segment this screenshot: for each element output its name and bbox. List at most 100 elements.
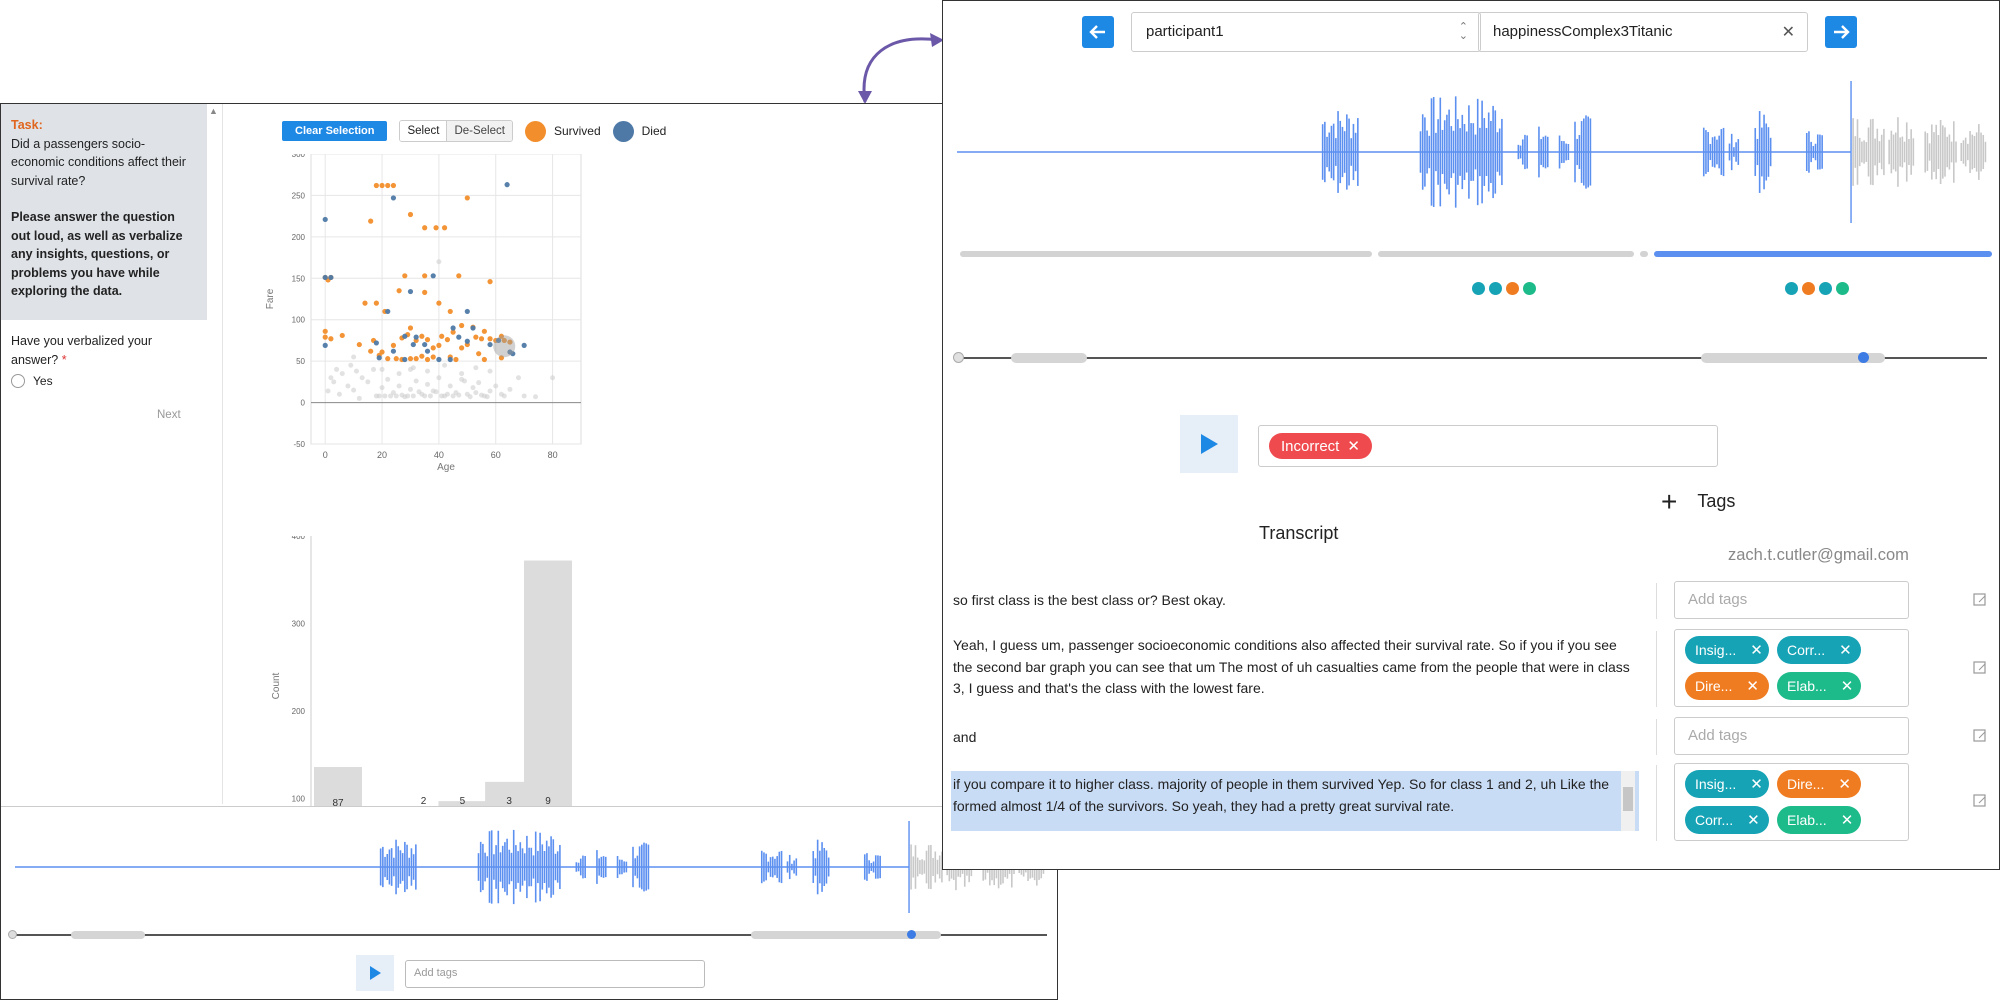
remove-tag-icon[interactable]: ✕ [1746,677,1759,695]
hover-brush [493,335,516,358]
next-button[interactable]: Next [157,409,181,421]
bar-data-label: 3 [506,796,512,806]
playhead-knob[interactable] [1858,352,1869,363]
remove-tag-icon[interactable]: ✕ [1747,811,1760,829]
scatter-point [359,375,365,381]
remove-tag-icon[interactable]: ✕ [1841,677,1854,695]
scatter-point [376,393,382,399]
yes-radio[interactable] [11,374,25,388]
clear-icon[interactable]: ✕ [1782,22,1795,42]
remove-tag-icon[interactable]: ✕ [1839,641,1852,659]
row-tags-input[interactable]: Add tags [1674,717,1909,755]
transcript-row-selected[interactable]: if you compare it to higher class. major… [951,771,1639,831]
scatter-point [325,388,331,394]
row-scrollbar[interactable] [1621,771,1635,831]
select-mode-button[interactable]: Select [400,121,448,141]
scatter-point [422,393,428,399]
tag-label: Elab... [1787,812,1827,828]
scatter-point [419,333,425,339]
edit-icon[interactable] [1973,729,1987,743]
transcript-row[interactable]: so first class is the best class or? Bes… [951,590,1633,612]
insight-tag[interactable]: Insig... ✕ [1685,770,1769,798]
correct-tag[interactable]: Corr... ✕ [1685,806,1769,834]
y-axis-label: Count [271,672,282,699]
row-tags[interactable]: Insig... ✕ Corr... ✕ Dire... ✕ Elab... ✕ [1674,629,1909,707]
age-fare-scatterplot[interactable]: 0 20 40 60 80 -50 0 50 100 150 200 250 300 Age Fare [261,154,641,514]
remove-tag-icon[interactable]: ✕ [1347,437,1360,455]
add-tags-input[interactable]: Add tags [405,960,705,988]
class-survival-barchart[interactable]: 100200300400Count87332539 [261,536,641,806]
direct-tag[interactable]: Dire... ✕ [1777,770,1861,798]
scatter-point [390,195,397,201]
x-tick-label: 80 [548,450,558,460]
elaboration-tag[interactable]: Elab... ✕ [1777,806,1861,834]
play-button[interactable] [356,955,394,991]
transcript-segments[interactable] [960,251,1992,257]
segment[interactable] [960,251,1372,257]
transcript-row[interactable]: Yeah, I guess um, passenger socioeconomi… [951,635,1633,700]
segment[interactable] [1640,251,1648,257]
scatter-point [356,341,362,348]
insight-tag[interactable]: Insig... ✕ [1685,636,1769,664]
segment[interactable] [1378,251,1634,257]
scatter-point [339,332,345,339]
tag-dot [1785,282,1798,295]
plus-icon: + [1661,485,1678,517]
elaboration-tag[interactable]: Elab... ✕ [1777,672,1861,700]
correct-tag[interactable]: Corr... ✕ [1777,636,1861,664]
scatter-point [422,289,428,295]
yes-option[interactable]: Yes [11,374,53,388]
x-axis-label: Age [437,462,455,473]
next-participant-button[interactable] [1825,16,1857,48]
remove-tag-icon[interactable]: ✕ [1750,641,1763,659]
deselect-mode-button[interactable]: De-Select [447,121,512,141]
timeline-thumb[interactable] [1011,353,1087,363]
scatter-point [422,273,428,279]
task-select[interactable]: happinessComplex3Titanic ✕ [1478,12,1808,52]
legend-died: Died [612,120,666,142]
timeline-start-handle[interactable] [953,352,964,363]
timeline-start-handle[interactable] [8,930,17,939]
participant-select[interactable]: participant1 ⌃ ⌄ [1131,12,1481,52]
timeline-thumb[interactable] [71,931,145,939]
playhead-knob[interactable] [907,930,916,939]
x-tick-label: 60 [491,450,501,460]
tag-dot [1836,282,1849,295]
edit-icon[interactable] [1973,593,1987,607]
add-tag-button[interactable]: + Tags [1661,485,1735,517]
row-tags[interactable]: Insig... ✕ Dire... ✕ Corr... ✕ Elab... ✕ [1674,763,1909,841]
transcript-row[interactable]: and [951,727,1633,749]
scatter-point [461,378,467,384]
scatter-point [456,392,462,398]
remove-tag-icon[interactable]: ✕ [1838,775,1851,793]
scatter-point [368,348,374,354]
timeline-scrollbar[interactable] [8,930,1047,939]
scatter-point [322,216,328,223]
scatter-point [328,274,334,281]
row-tags-input[interactable]: Add tags [1674,581,1909,619]
participant-tags[interactable]: Incorrect ✕ [1258,425,1718,467]
scatter-point [379,385,385,391]
incorrect-tag[interactable]: Incorrect ✕ [1269,433,1372,459]
remove-tag-icon[interactable]: ✕ [1841,811,1854,829]
scroll-thumb[interactable] [1623,787,1633,811]
clear-selection-button[interactable]: Clear Selection [282,121,388,141]
scroll-up-icon[interactable]: ▲ [209,106,218,116]
x-tick-label: 40 [434,450,444,460]
audio-waveform[interactable] [15,817,1045,917]
task-instruction: Please answer the question out loud, as … [11,210,183,298]
timeline-scrollbar[interactable] [953,352,1987,363]
remove-tag-icon[interactable]: ✕ [1750,775,1763,793]
edit-icon[interactable] [1973,661,1987,675]
segment-active[interactable] [1654,251,1992,257]
row-divider [1656,765,1657,841]
audio-waveform-large[interactable] [957,77,1987,227]
direct-tag[interactable]: Dire... ✕ [1685,672,1769,700]
previous-button[interactable] [1082,16,1114,48]
edit-icon[interactable] [1973,794,1987,808]
row-divider [1656,631,1657,707]
tag-dot [1523,282,1536,295]
play-button[interactable] [1180,415,1238,473]
scatter-point [351,354,357,360]
play-icon [1201,434,1218,454]
